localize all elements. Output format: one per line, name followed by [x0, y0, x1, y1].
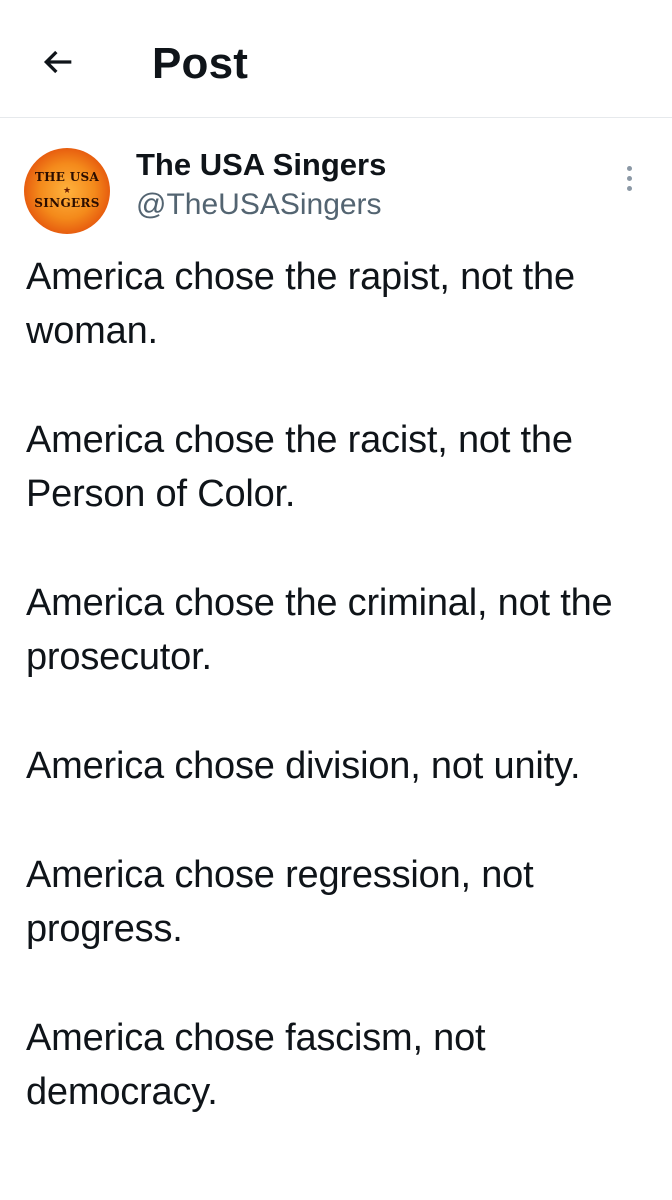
back-button[interactable] — [34, 38, 82, 86]
avatar[interactable]: THE USA ★ SINGERS — [24, 148, 110, 234]
author-display-name[interactable]: The USA Singers — [136, 146, 386, 184]
post-paragraph: America chose the racist, not the Person… — [26, 419, 573, 515]
more-icon-dot — [626, 165, 632, 171]
post-paragraph: America chose the criminal, not the pros… — [26, 582, 613, 678]
post-paragraph: America chose the rapist, not the woman. — [26, 256, 575, 352]
more-icon-dot — [626, 185, 632, 191]
more-icon-dot — [626, 175, 632, 181]
arrow-left-icon — [43, 50, 72, 74]
page-title: Post — [152, 39, 249, 88]
author-handle[interactable]: @TheUSASingers — [136, 186, 382, 224]
top-bar: Post — [0, 0, 672, 118]
post-paragraph: America chose division, not unity. — [26, 745, 581, 787]
post-paragraph: America chose regression, not progress. — [26, 854, 534, 950]
avatar-star-icon: ★ — [62, 185, 72, 195]
post-paragraph: America chose fascism, not democracy. — [26, 1017, 486, 1113]
more-options-button[interactable] — [614, 158, 644, 198]
avatar-text-line2: SINGERS — [34, 196, 100, 210]
post-text: America chose the rapist, not the woman.… — [26, 250, 656, 1174]
avatar-text-line1: THE USA — [34, 170, 100, 184]
